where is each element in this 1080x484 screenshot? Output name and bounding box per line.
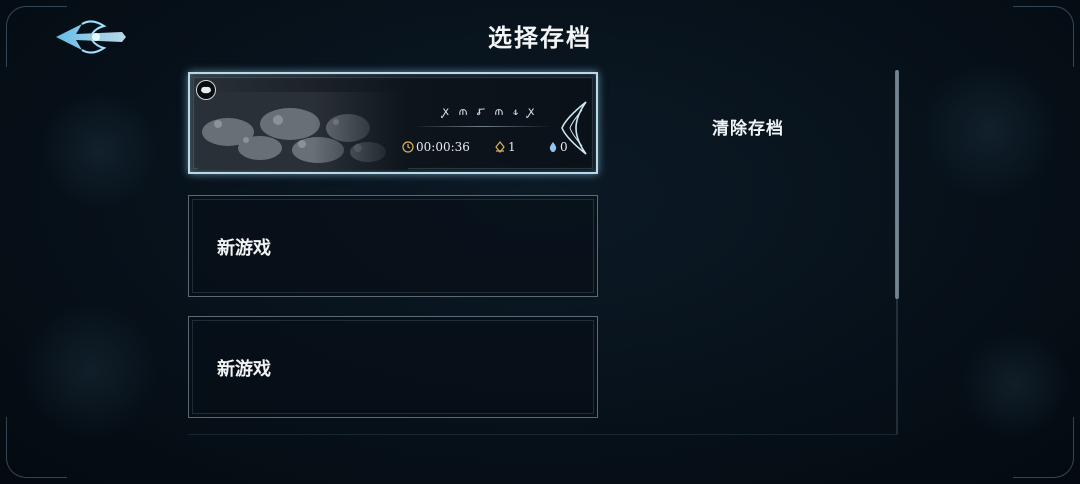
page-title: 选择存档 xyxy=(488,23,592,52)
save-slot-name: ꭙ ⫙ ꭊ ⫙ ꮞ ꭙ xyxy=(442,104,538,118)
save-slot-3[interactable]: 新游戏 xyxy=(188,316,598,418)
geo-icon xyxy=(495,141,505,153)
background-glow xyxy=(40,90,160,210)
geo-value: 1 xyxy=(508,140,516,154)
play-time-value: 00:00:36 xyxy=(416,140,470,154)
clear-save-button[interactable]: 清除存档 xyxy=(712,114,816,140)
background-glow xyxy=(960,330,1070,440)
soul-vessel-icon xyxy=(196,80,216,100)
new-game-label: 新游戏 xyxy=(217,238,271,259)
divider xyxy=(412,126,552,127)
list-bottom-divider xyxy=(188,434,898,435)
save-slot-2[interactable]: 新游戏 xyxy=(188,195,598,297)
save-slot-1[interactable]: ꭙ ⫙ ꭊ ⫙ ꮞ ꭙ 00:00:36 1 0 xyxy=(188,72,598,174)
background-glow xyxy=(920,60,1060,200)
clock-icon xyxy=(402,141,414,153)
play-time: 00:00:36 xyxy=(402,140,470,154)
new-game-label: 新游戏 xyxy=(217,359,271,380)
scrollbar-thumb[interactable] xyxy=(895,70,899,299)
wing-ornament-icon xyxy=(561,101,587,155)
clear-save-label: 清除存档 xyxy=(712,119,784,139)
background-glow xyxy=(20,300,160,440)
geo-count: 1 xyxy=(494,140,516,154)
map-preview-image xyxy=(198,92,408,170)
